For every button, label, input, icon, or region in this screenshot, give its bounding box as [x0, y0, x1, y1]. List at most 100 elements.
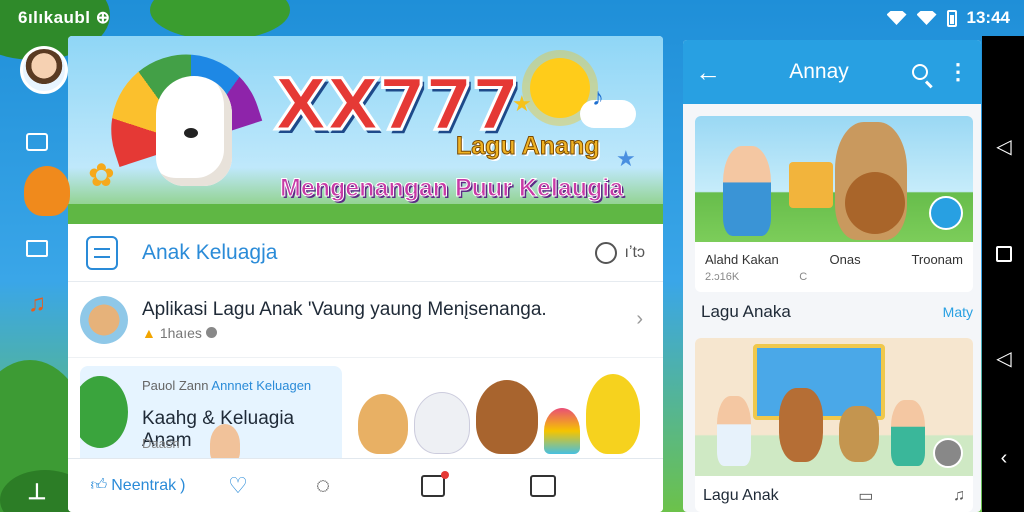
clipboard-icon[interactable]: ▭	[858, 486, 873, 506]
video-card[interactable]: Alahd Kakan Onas Troonam 2.ɔ16K C	[695, 116, 973, 292]
video-meta: Alahd Kakan Onas Troonam	[695, 242, 973, 267]
status-icons: 13:44	[886, 8, 1010, 28]
toy-monkey-icon	[476, 380, 538, 454]
heart-icon: ♡	[228, 472, 248, 498]
flower-icon: ✿	[88, 157, 115, 193]
status-bar: 6ılıkaubl ⊕ 13:44	[0, 0, 1024, 36]
hero-subtitle-1: Lagu Anang	[456, 132, 601, 161]
cloud-icon[interactable]	[933, 438, 963, 468]
favorite-action[interactable]: ıʼtɔ	[594, 241, 645, 264]
wifi-icon	[886, 11, 907, 25]
nav-like-label: Neentrak	[111, 476, 177, 494]
right-panel: ← Annay ⋮ Alahd Kakan Onas Troonam 2.ɔ16…	[683, 40, 981, 512]
music-note-icon[interactable]: ♫	[953, 487, 965, 505]
nav-like[interactable]: 👍︎ Neentrak )	[68, 476, 208, 495]
hero-subtitle-2: Mengenangan Puur Kelaugia	[279, 174, 624, 203]
folder-icon[interactable]	[24, 236, 50, 260]
home-icon[interactable]: ⊥	[24, 479, 50, 504]
video-meta-right: Troonam	[911, 252, 963, 267]
item-thumbnail	[80, 295, 128, 344]
globe-icon	[205, 327, 217, 338]
feature-card[interactable]: Pauol Zann Annnet Keluagen Kaahg & Kelua…	[80, 366, 342, 470]
video-thumbnail	[695, 116, 973, 242]
chat-icon: ◌	[315, 471, 331, 499]
nav-favorite[interactable]: ♡	[208, 473, 268, 499]
item-body: Aplikasi Lagu Anak 'Vaung yaung Menįsena…	[142, 299, 636, 341]
tree-illustration	[80, 376, 128, 448]
view-icon[interactable]	[929, 196, 963, 230]
video-card[interactable]: Lagu Anak ▭ ♫	[695, 338, 973, 512]
teddy-bear-illustration	[839, 406, 879, 462]
child-illustration	[723, 146, 771, 236]
signal-icon	[916, 11, 937, 25]
section-title: Lagu Anaka	[701, 302, 791, 321]
more-vert-icon[interactable]: ⋮	[947, 59, 969, 85]
lion-illustration	[845, 172, 905, 234]
battery-icon	[946, 9, 957, 27]
feature-label-prefix: Pauol Zann	[142, 378, 209, 393]
nav-like-suffix: )	[180, 476, 186, 494]
back-chevron-icon[interactable]: ‹	[994, 447, 1014, 469]
system-nav-bar: ◁ ◁ ‹	[982, 36, 1024, 512]
grass-decoration	[68, 204, 663, 224]
toy-bird-icon	[586, 374, 640, 454]
bottom-nav: 👍︎ Neentrak ) ♡ ◌	[68, 458, 663, 512]
playhouse-illustration	[789, 162, 833, 208]
heart-icon[interactable]	[594, 241, 617, 264]
item-meta-text: 1haıes	[159, 324, 202, 341]
feature-label: Pauol Zann Annnet Keluagen	[142, 378, 311, 393]
see-more-link[interactable]: Maty	[943, 304, 973, 320]
music-note-icon: ♪	[592, 84, 604, 111]
child-illustration	[891, 400, 925, 466]
video-meta-mid: Onas	[829, 252, 861, 267]
toy-ice-cream-icon	[544, 408, 580, 454]
main-card: ✿ ♪ ★ ★ XX777 Lagu Anang Mengenangan Puu…	[68, 36, 663, 512]
video-views: 2.ɔ16K	[705, 271, 740, 283]
sun-decoration	[24, 166, 70, 216]
hero-banner[interactable]: ✿ ♪ ★ ★ XX777 Lagu Anang Mengenangan Puu…	[68, 36, 663, 224]
chevron-right-icon[interactable]: ›	[636, 308, 643, 331]
video-footer: Lagu Anak ▭ ♫	[695, 476, 973, 506]
nav-notifications[interactable]	[378, 470, 488, 497]
back-triangle-icon[interactable]: ◁	[994, 348, 1014, 370]
back-arrow-icon[interactable]: ←	[695, 57, 731, 88]
toy-bear-icon	[358, 394, 408, 454]
video-thumbnail	[695, 338, 973, 476]
teddy-bear-illustration	[779, 388, 823, 462]
feature-subtitle: Daasn	[142, 436, 180, 451]
status-carrier: 6ılıkaubl ⊕	[18, 8, 111, 27]
section-header: Anak Keluagja ıʼtɔ	[68, 224, 663, 282]
cloud-icon	[580, 100, 636, 128]
video-title: Lagu Anak	[703, 487, 779, 504]
video-submeta-mid: C	[799, 271, 808, 283]
nav-chat[interactable]: ◌	[268, 472, 378, 500]
video-meta-left: Alahd Kakan	[705, 252, 779, 267]
favorite-action-label: ıʼtɔ	[624, 243, 645, 261]
toolbar-title: Annay	[789, 60, 849, 83]
notification-icon	[421, 470, 449, 497]
child-illustration	[717, 396, 751, 466]
toolbar: ← Annay ⋮	[683, 40, 981, 104]
nav-inbox[interactable]	[488, 474, 598, 497]
search-icon[interactable]	[907, 59, 933, 85]
feature-row: Pauol Zann Annnet Keluagen Kaahg & Kelua…	[68, 358, 663, 470]
item-meta: ▲ 1haıes	[142, 325, 636, 341]
item-title: Aplikasi Lagu Anak 'Vaung yaung Menįsena…	[142, 298, 547, 320]
recents-icon[interactable]	[994, 244, 1014, 264]
left-rail: ♫ ⊥	[0, 36, 70, 512]
list-item[interactable]: Aplikasi Lagu Anak 'Vaung yaung Menįsena…	[68, 282, 663, 358]
puppy-nose	[184, 128, 198, 138]
music-note-icon[interactable]: ♫	[24, 290, 50, 317]
star-icon: ★	[616, 146, 636, 171]
toy-polar-bear-icon	[414, 392, 470, 454]
video-submeta: 2.ɔ16K C	[695, 267, 973, 283]
section-header: Lagu Anaka Maty	[695, 302, 973, 322]
warning-icon: ▲	[142, 324, 156, 341]
thumbs-up-icon: 👍︎	[90, 477, 108, 494]
inbox-icon	[530, 474, 556, 497]
avatar[interactable]	[20, 46, 68, 94]
back-triangle-icon[interactable]: ◁	[994, 136, 1014, 158]
feature-label-highlight: Annnet Keluagen	[211, 378, 312, 393]
toys-illustration	[358, 374, 640, 454]
gallery-icon[interactable]	[24, 130, 50, 154]
